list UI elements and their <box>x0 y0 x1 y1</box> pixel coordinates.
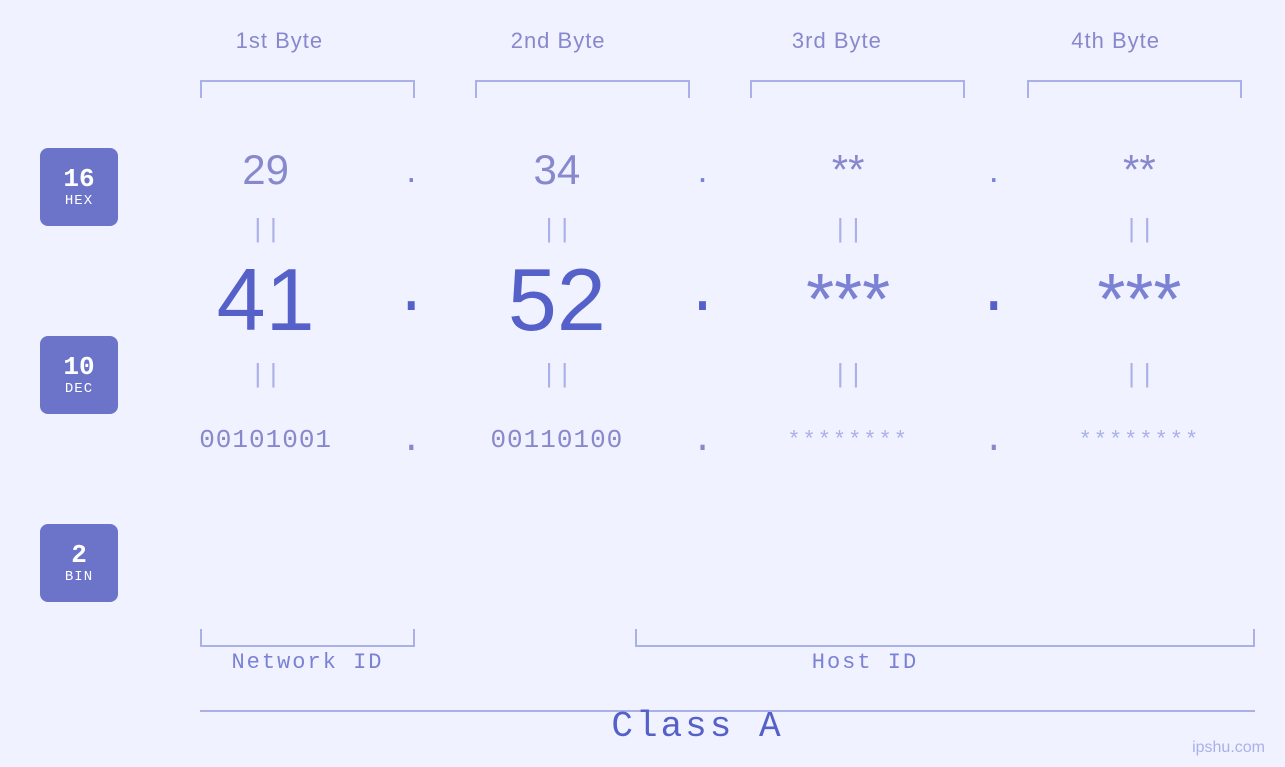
bin-val-4: ******** <box>1079 428 1201 453</box>
hex-badge-num: 16 <box>63 165 94 194</box>
eq-1-b4: || <box>1014 215 1265 245</box>
hex-val-1: 29 <box>242 146 289 193</box>
bin-val-2: 00110100 <box>490 425 623 455</box>
rows-container: 29 . 34 . ** . ** || || || || <box>140 130 1265 480</box>
bin-badge-label: BIN <box>65 569 93 585</box>
bin-dot-2: . <box>683 420 723 461</box>
class-label: Class A <box>140 706 1255 747</box>
eq-2-b2: || <box>431 360 682 390</box>
eq-2-b3: || <box>723 360 974 390</box>
dec-cell-1: 41 <box>140 249 391 351</box>
dec-dot-3: . <box>974 261 1014 339</box>
byte-headers: 1st Byte 2nd Byte 3rd Byte 4th Byte <box>140 28 1255 54</box>
hex-val-4: ** <box>1123 146 1156 193</box>
eq-row-2: || || || || <box>140 350 1265 400</box>
bin-cell-4: ******** <box>1014 428 1265 453</box>
bin-row: 00101001 . 00110100 . ******** . *******… <box>140 400 1265 480</box>
eq-1-b2: || <box>431 215 682 245</box>
eq-1-b1: || <box>140 215 391 245</box>
bottom-brackets <box>200 629 1255 647</box>
hex-cell-1: 29 <box>140 146 391 194</box>
bin-cell-3: ******** <box>723 428 974 453</box>
hex-badge-label: HEX <box>65 193 93 209</box>
host-id-label: Host ID <box>475 650 1255 675</box>
bin-val-1: 00101001 <box>199 425 332 455</box>
byte1-header: 1st Byte <box>140 28 419 54</box>
hex-badge: 16 HEX <box>40 148 118 226</box>
hex-cell-3: ** <box>723 146 974 194</box>
dec-dot-1: . <box>391 261 431 339</box>
bracket-byte1 <box>200 80 415 98</box>
bin-cell-1: 00101001 <box>140 425 391 455</box>
dec-badge-label: DEC <box>65 381 93 397</box>
bracket-byte3 <box>750 80 965 98</box>
eq-2-b1: || <box>140 360 391 390</box>
bin-badge: 2 BIN <box>40 524 118 602</box>
main-container: 1st Byte 2nd Byte 3rd Byte 4th Byte 16 H… <box>0 0 1285 767</box>
bin-dot-3: . <box>974 420 1014 461</box>
byte3-header: 3rd Byte <box>698 28 977 54</box>
network-id-label: Network ID <box>200 650 415 675</box>
dec-cell-3: *** <box>723 259 974 341</box>
byte4-header: 4th Byte <box>976 28 1255 54</box>
dec-cell-4: *** <box>1014 259 1265 341</box>
bin-val-3: ******** <box>787 428 909 453</box>
dec-cell-2: 52 <box>431 249 682 351</box>
dec-val-2: 52 <box>508 250 606 349</box>
bracket-byte2 <box>475 80 690 98</box>
base-badges: 16 HEX 10 DEC 2 BIN <box>40 148 118 602</box>
hex-cell-2: 34 <box>431 146 682 194</box>
hex-val-2: 34 <box>534 146 581 193</box>
eq-1-b3: || <box>723 215 974 245</box>
hex-dot-3: . <box>974 149 1014 191</box>
dec-val-1: 41 <box>217 250 315 349</box>
bin-dot-1: . <box>391 420 431 461</box>
bin-cell-2: 00110100 <box>431 425 682 455</box>
network-id-bracket <box>200 629 415 647</box>
dec-badge: 10 DEC <box>40 336 118 414</box>
host-id-bracket <box>635 629 1255 647</box>
bin-badge-num: 2 <box>71 541 87 570</box>
eq-row-1: || || || || <box>140 210 1265 250</box>
dec-val-3: *** <box>806 260 890 340</box>
dec-badge-num: 10 <box>63 353 94 382</box>
hex-val-3: ** <box>832 146 865 193</box>
bracket-byte4 <box>1027 80 1242 98</box>
hex-dot-1: . <box>391 149 431 191</box>
watermark: ipshu.com <box>1192 739 1265 757</box>
hex-cell-4: ** <box>1014 146 1265 194</box>
hex-dot-2: . <box>683 149 723 191</box>
hex-row: 29 . 34 . ** . ** <box>140 130 1265 210</box>
byte2-header: 2nd Byte <box>419 28 698 54</box>
dec-dot-2: . <box>683 261 723 339</box>
dec-val-4: *** <box>1097 260 1181 340</box>
eq-2-b4: || <box>1014 360 1265 390</box>
dec-row: 41 . 52 . *** . *** <box>140 250 1265 350</box>
